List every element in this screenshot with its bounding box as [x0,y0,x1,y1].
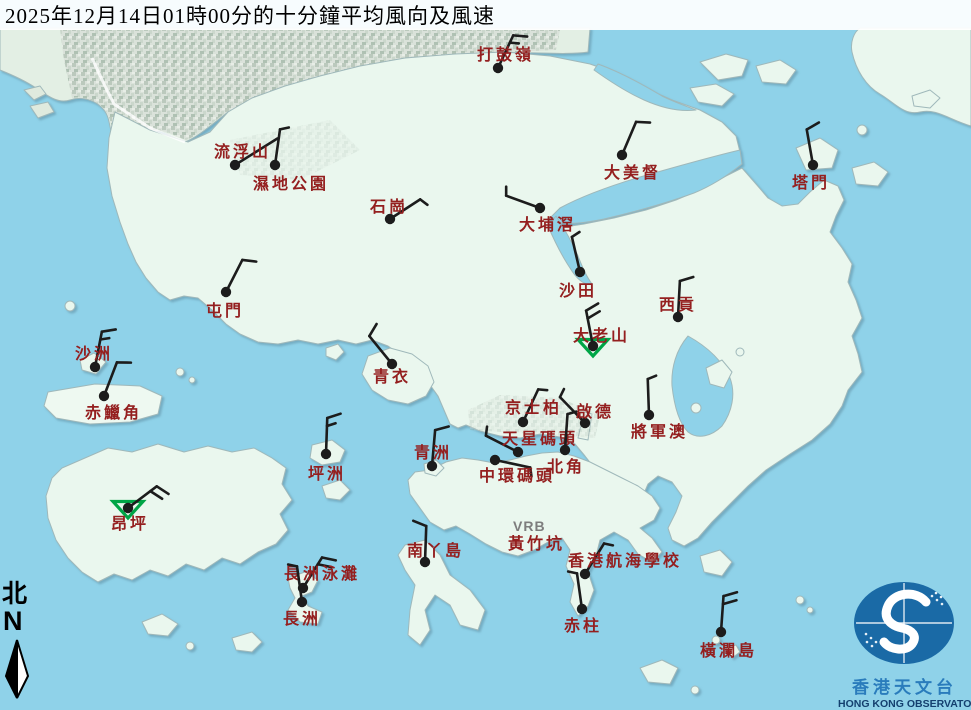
hong-kong-map: 打鼓嶺流浮山濕地公園石崗大埔滘 大美督塔門沙田西貢大老山 屯門沙洲赤鱲角 青衣京士柏啟… [0,0,971,700]
station-label: 塔門 [792,173,830,192]
station-dot [808,160,818,170]
land-ninepin-2 [807,607,813,613]
station-dot [297,597,307,607]
station-dot [321,449,331,459]
station-dot [617,150,627,160]
north-label-zh: 北 [2,582,42,608]
station-label: 將軍澳 [631,422,688,441]
station-dot [221,287,231,297]
station-label: 昂坪 [111,515,149,533]
station-label: 沙田 [559,282,597,300]
station-dot [535,203,545,213]
wind-barb-feather-full [242,260,256,262]
land-po-toi-2 [691,686,699,694]
wind-barb-feather-half [100,338,109,339]
land-brothers-1 [176,368,184,376]
wind-barb-feather-full [636,122,650,123]
land-lung-kwu-chau [65,301,75,311]
land-soko-2 [186,642,194,650]
title-bar: 2025年12月14日01時00分的十分鐘平均風向及風速 [0,0,971,30]
station-label: 濕地公園 [253,174,329,193]
station-label: 青洲 [414,443,452,462]
station-label: 西貢 [659,296,697,314]
vrb-variable-wind-label: VRB [513,518,546,534]
land-ninepin-1 [796,596,804,604]
station-label: 流浮山 [214,142,271,161]
station-label: 大美督 [604,163,661,182]
station-dot [577,604,587,614]
station-dot [493,63,503,73]
station-label: 啟德 [576,402,614,421]
station-dot [580,569,590,579]
wind-barb-feather-half [510,43,519,44]
station-label: 北角 [547,457,585,476]
land-brothers-2 [189,377,195,383]
wind-barb-feather-half [280,127,289,129]
station-dot [716,627,726,637]
station-dot [490,455,500,465]
station-label: 長洲 [283,610,321,628]
station-label: 打鼓嶺 [477,45,534,64]
wind-barb-feather-half [568,571,577,573]
land-sharp-island [736,348,744,356]
station-label: 橫瀾島 [700,641,757,660]
north-label-en: N [3,608,42,634]
hko-logo-name-zh: 香港天文台 [838,673,971,698]
land-port-island [857,125,867,135]
map-title: 2025年12月14日01時00分的十分鐘平均風向及風速 [5,0,495,30]
station-label: 黃竹坑 [507,534,565,553]
station-dot [427,461,437,471]
hko-logo-icon [838,580,971,666]
station-label: 中環碼頭 [479,466,555,485]
station-dot [513,447,523,457]
station-dot [230,160,240,170]
station-label: 香港航海學校 [567,551,682,570]
hko-wind-map-page: { "title": "2025年12月14日01時00分的十分鐘平均風向及風速… [0,0,971,700]
wind-barb-feather-half [538,389,547,390]
station-dot [575,267,585,277]
station-label: 石崗 [369,197,408,216]
station-label: 青衣 [373,367,411,386]
hko-logo: 香港天文台 HONG KONG OBSERVATORY [838,580,971,710]
station-label: 南丫島 [407,541,464,560]
station-dot [644,410,654,420]
station-dot [123,503,133,513]
station-label: 大埔滘 [519,215,576,234]
station-label: 屯門 [206,301,244,320]
station-dot [99,391,109,401]
station-label: 赤鱲角 [85,403,142,422]
station-label: 京士柏 [505,398,562,417]
land-shelter-island [691,403,701,413]
station-label: 坪洲 [308,465,346,483]
station-dot [518,417,528,427]
wind-barb-feather-half [288,564,297,566]
wind-barb-staff [326,418,327,454]
station-dot [90,362,100,372]
wind-barb-feather-full [513,35,527,36]
wind-barb-feather-half [604,543,613,545]
wind-barb-staff [648,379,649,415]
north-indicator: 北 N [2,582,42,634]
station-label: 赤柱 [564,616,602,635]
wind-barb-feather-half [486,427,487,436]
station-dot [560,445,570,455]
station-label: 大老山 [573,326,630,345]
station-dot [387,359,397,369]
station-dot [270,160,280,170]
station-label: 沙洲 [75,345,113,363]
